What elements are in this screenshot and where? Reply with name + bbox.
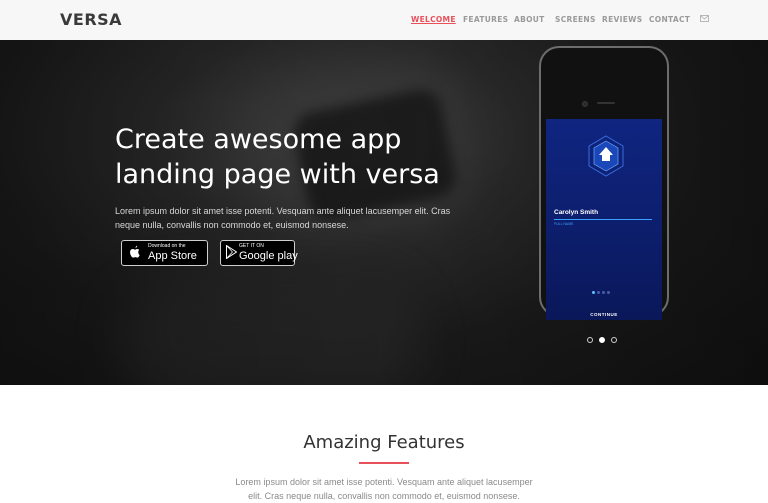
features-title-underline [359,462,409,464]
pager-dots [592,281,612,299]
features-title: Amazing Features [303,432,465,453]
nav-menu: WELCOME FEATURES ABOUT SCREENS REVIEWS C… [0,15,768,27]
features-description: Lorem ipsum dolor sit amet isse potenti.… [235,477,533,501]
navbar: VERSA WELCOME FEATURES ABOUT SCREENS REV… [0,0,768,41]
app-store-label: App Store [148,250,197,262]
phone-camera [582,101,588,107]
google-play-label: Google play [239,250,298,262]
nav-item-welcome[interactable]: WELCOME [411,15,456,24]
nav-item-contact[interactable]: CONTACT [649,15,690,24]
pager-dot [597,291,600,294]
google-play-button[interactable]: GET IT ON Google play [220,240,298,266]
slider-dot-2[interactable] [599,337,605,343]
hero-headline: Create awesome app landing page with ver… [115,122,495,192]
app-store-button[interactable]: Download on the App Store [121,240,208,266]
phone-speaker [597,102,615,104]
nav-item-screens[interactable]: SCREENS [555,15,596,24]
hero-description: Lorem ipsum dolor sit amet isse potenti.… [115,206,451,230]
nav-item-features[interactable]: FEATURES [463,15,508,24]
google-play-small-label: GET IT ON [239,243,264,249]
app-store-small-label: Download on the [148,243,186,249]
play-icon [226,245,237,259]
slider-dot-1[interactable] [587,337,593,343]
pager-dot [607,291,610,294]
hero-headline-line2: landing page with versa [115,159,440,190]
app-logo-icon [588,135,624,177]
nav-item-about[interactable]: ABOUT [514,15,545,24]
continue-button[interactable]: CONTINUE [546,312,662,317]
apple-icon [130,245,140,258]
slider-dots [587,330,623,348]
hero-headline-line1: Create awesome app [115,124,402,155]
pager-dot [602,291,605,294]
name-field-label: FULL NAME [554,222,574,226]
envelope-icon[interactable] [700,15,709,22]
nav-item-reviews[interactable]: REVIEWS [602,15,642,24]
slider-dot-3[interactable] [611,337,617,343]
name-field-underline [554,219,652,220]
pager-dot [592,291,595,294]
profile-name: Carolyn Smith [554,209,599,216]
